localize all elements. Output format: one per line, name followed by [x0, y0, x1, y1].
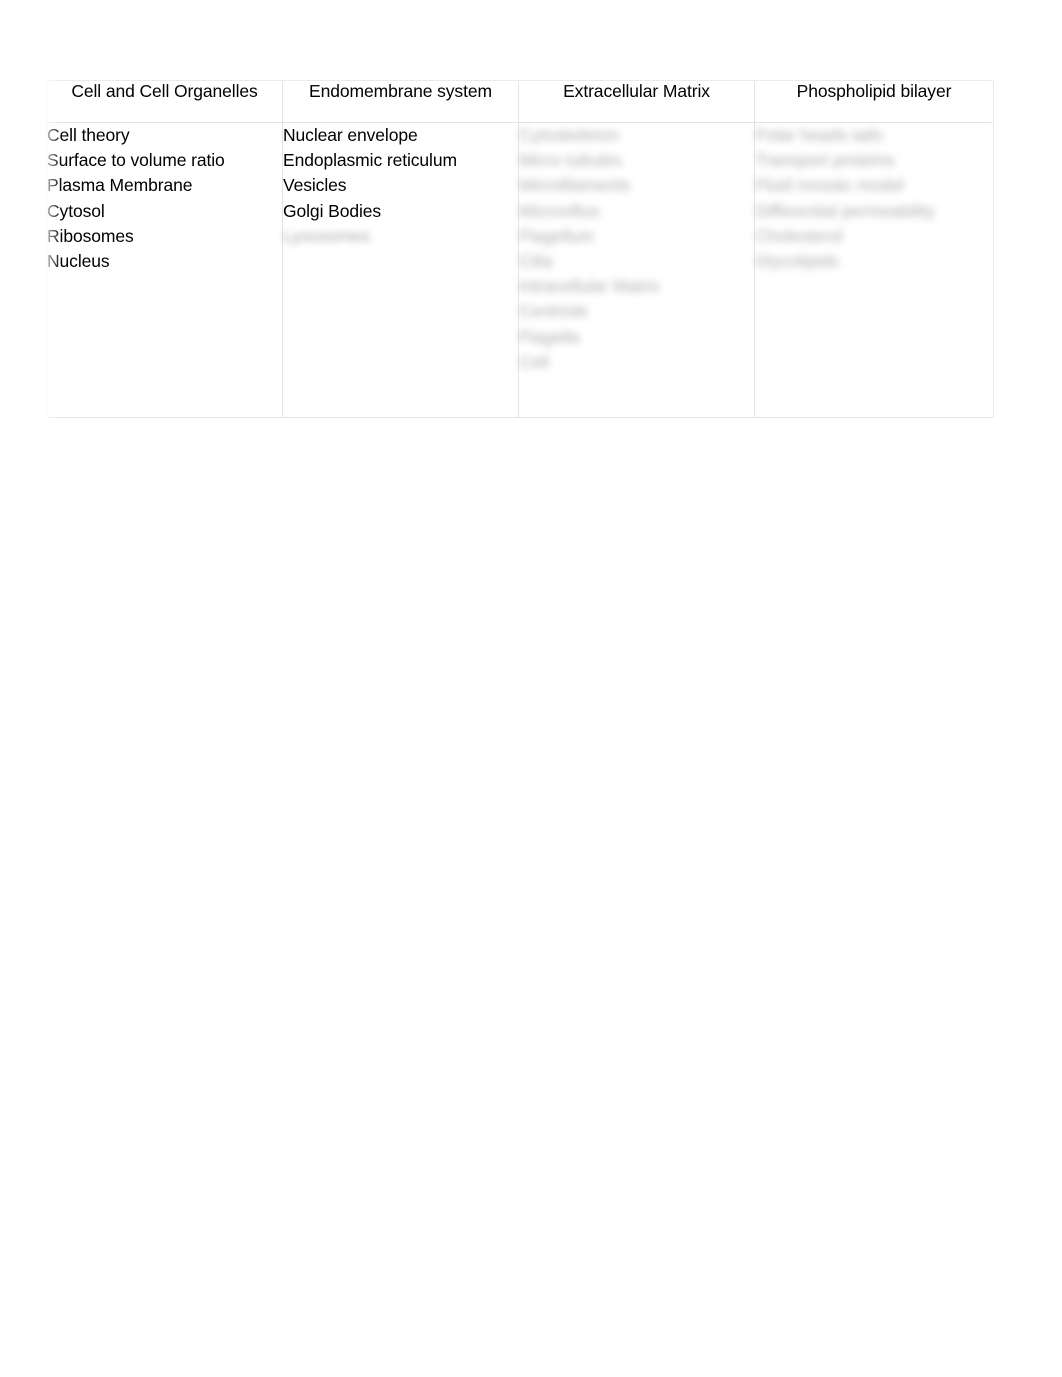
term-list-item: Nucleus: [47, 251, 110, 272]
term-list-item: Microfilaments: [519, 175, 631, 196]
table-header-cell-1: Cell and Cell Organelles: [46, 80, 283, 123]
term-list-1: Cell theory Surface to volume ratio Plasma…: [47, 123, 282, 274]
term-list-item: Micro tubules: [519, 150, 622, 171]
table-body-cell-1: Cell theory Surface to volume ratio Plasma…: [46, 122, 283, 418]
term-list-3: Cytoskeleton Micro tubules Microfilaments M…: [519, 123, 754, 375]
term-list-item: Cytosol: [47, 200, 105, 221]
term-list-item: Cilia: [519, 251, 553, 272]
term-list-item: Lysosomes: [283, 225, 370, 246]
table-header-row: Cell and Cell Organelles Endomembrane sy…: [46, 80, 994, 123]
document-page: Cell and Cell Organelles Endomembrane sy…: [0, 0, 1062, 1377]
term-list-item: Nuclear envelope: [283, 125, 418, 145]
term-list-item: Microvillus: [519, 200, 600, 221]
term-list-item: Fluid mosaic model: [755, 175, 904, 196]
table-header-cell-4: Phospholipid bilayer: [754, 80, 994, 123]
term-list-item: Cell theory: [47, 125, 130, 145]
column-header-label: Phospholipid bilayer: [796, 81, 952, 101]
term-list-item: Ribosomes: [47, 225, 134, 246]
term-list-item: Golgi Bodies: [283, 200, 382, 221]
term-list-item: Plasma Membrane: [47, 175, 193, 196]
term-list-item: Cell: [519, 351, 549, 372]
table-body-cell-4: Polar heads tails Transport proteins Fluid…: [754, 122, 994, 418]
column-header-label: Endomembrane system: [309, 81, 492, 101]
table-header-cell-3: Extracellular Matrix: [518, 80, 755, 123]
term-list-item: Transport proteins: [755, 150, 895, 171]
term-list-item: Endoplasmic reticulum: [283, 150, 457, 171]
table-header-cell-2: Endomembrane system: [282, 80, 519, 123]
term-list-item: Polar heads tails: [755, 125, 883, 145]
term-list-item: Vesicles: [283, 175, 347, 196]
term-list-item: Differential permeability: [755, 200, 936, 221]
term-list-item: Intracellular Matrix: [519, 276, 660, 297]
column-header-label: Cell and Cell Organelles: [71, 81, 258, 101]
term-list-item: Centriole: [519, 301, 589, 322]
term-list-item: Cytoskeleton: [519, 125, 619, 145]
term-list-item: Flagellum: [519, 225, 594, 246]
table-body-row: Cell theory Surface to volume ratio Plasma…: [46, 122, 994, 418]
table-body-cell-2: Nuclear envelope Endoplasmic reticulum Ves…: [282, 122, 519, 418]
column-header-label: Extracellular Matrix: [563, 81, 710, 101]
table-body-cell-3: Cytoskeleton Micro tubules Microfilaments M…: [518, 122, 755, 418]
term-list-4: Polar heads tails Transport proteins Fluid…: [755, 123, 993, 274]
term-list-item: Surface to volume ratio: [47, 150, 225, 171]
term-list-item: Flagella: [519, 326, 580, 347]
term-list-2: Nuclear envelope Endoplasmic reticulum Ves…: [283, 123, 518, 249]
term-list-item: Glycolipids: [755, 251, 839, 272]
term-list-item: Cholesterol: [755, 225, 843, 246]
concept-table: Cell and Cell Organelles Endomembrane sy…: [46, 80, 994, 418]
